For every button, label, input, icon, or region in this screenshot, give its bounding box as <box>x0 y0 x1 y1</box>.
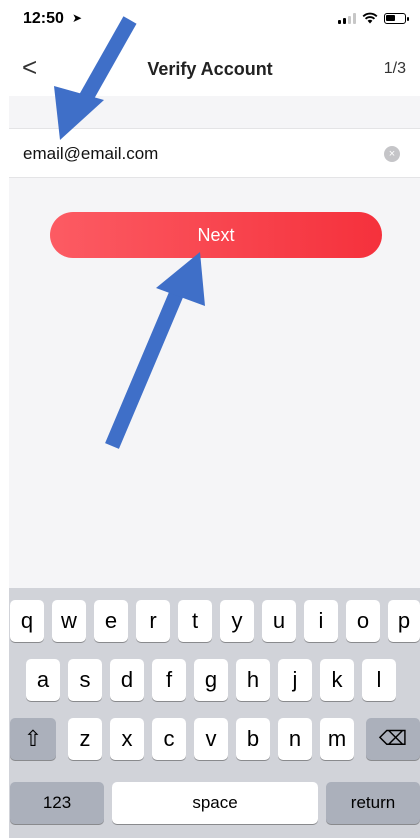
clear-input-icon[interactable]: × <box>384 146 400 162</box>
return-key[interactable]: return <box>326 782 420 824</box>
key-g[interactable]: g <box>194 659 228 701</box>
key-d[interactable]: d <box>110 659 144 701</box>
cellular-signal-icon <box>338 12 356 24</box>
email-input-row: × <box>9 128 420 178</box>
key-p[interactable]: p <box>388 600 420 642</box>
key-t[interactable]: t <box>178 600 212 642</box>
status-bar: 12:50 ➤ <box>0 0 420 40</box>
key-x[interactable]: x <box>110 718 144 760</box>
app-screen: 12:50 ➤ < Verify Account 1/3 × Next q w … <box>0 0 420 838</box>
key-m[interactable]: m <box>320 718 354 760</box>
key-k[interactable]: k <box>320 659 354 701</box>
key-l[interactable]: l <box>362 659 396 701</box>
screenshot-left-border <box>0 0 9 838</box>
key-b[interactable]: b <box>236 718 270 760</box>
wifi-icon <box>362 12 378 24</box>
status-icons <box>338 12 409 24</box>
next-button[interactable]: Next <box>50 212 382 258</box>
onscreen-keyboard: q w e r t y u i o p a s d f g h j k l ⇧ … <box>0 588 420 838</box>
navigation-bar: < Verify Account 1/3 <box>0 40 420 96</box>
step-indicator: 1/3 <box>383 60 406 77</box>
key-y[interactable]: y <box>220 600 254 642</box>
key-n[interactable]: n <box>278 718 312 760</box>
key-z[interactable]: z <box>68 718 102 760</box>
key-u[interactable]: u <box>262 600 296 642</box>
key-c[interactable]: c <box>152 718 186 760</box>
space-key[interactable]: space <box>112 782 318 824</box>
numbers-key[interactable]: 123 <box>10 782 104 824</box>
key-f[interactable]: f <box>152 659 186 701</box>
key-q[interactable]: q <box>10 600 44 642</box>
key-w[interactable]: w <box>52 600 86 642</box>
key-s[interactable]: s <box>68 659 102 701</box>
key-h[interactable]: h <box>236 659 270 701</box>
status-time: 12:50 <box>23 10 64 27</box>
key-a[interactable]: a <box>26 659 60 701</box>
battery-icon <box>384 12 409 24</box>
key-e[interactable]: e <box>94 600 128 642</box>
key-v[interactable]: v <box>194 718 228 760</box>
page-title: Verify Account <box>147 59 273 79</box>
shift-key-icon[interactable]: ⇧ <box>10 718 56 760</box>
delete-key-icon[interactable]: ⌫ <box>366 718 420 760</box>
arrow-to-next-button <box>105 252 205 449</box>
location-arrow-icon: ➤ <box>72 11 83 25</box>
key-r[interactable]: r <box>136 600 170 642</box>
email-field[interactable] <box>23 142 363 166</box>
key-j[interactable]: j <box>278 659 312 701</box>
key-i[interactable]: i <box>304 600 338 642</box>
key-o[interactable]: o <box>346 600 380 642</box>
